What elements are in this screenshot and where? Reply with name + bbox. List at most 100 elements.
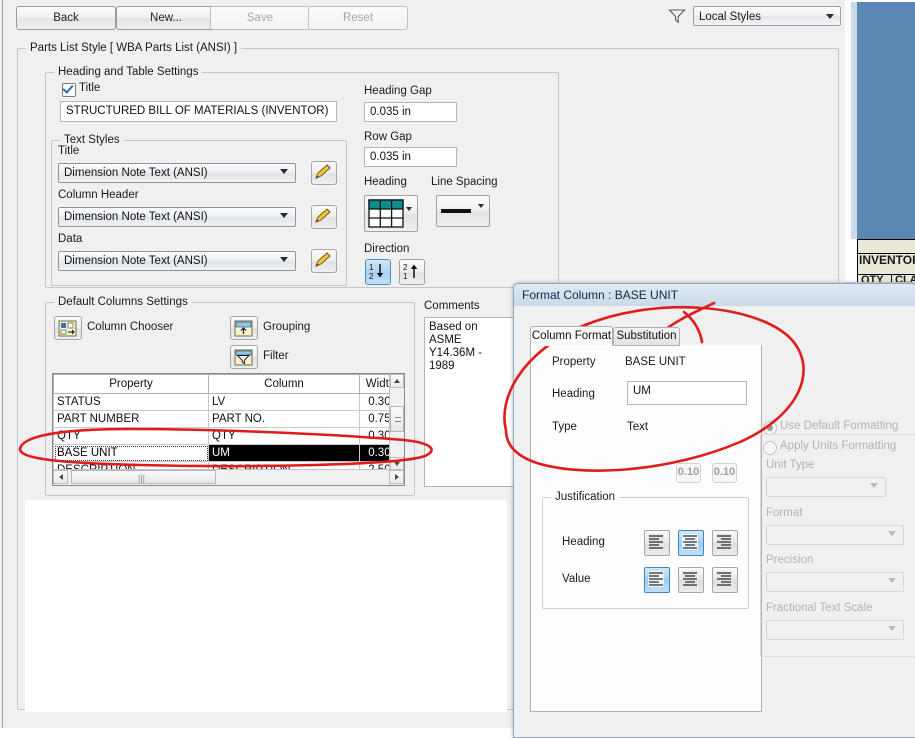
single-line-icon (441, 209, 471, 213)
direction-down-button[interactable]: 1 2 (365, 259, 391, 285)
align-left-icon (648, 534, 664, 550)
column-chooser-button[interactable] (54, 316, 82, 340)
title-style-value: Dimension Note Text (ANSI) (64, 167, 208, 179)
svg-text:2: 2 (403, 263, 408, 272)
grid-vertical-scrollbar[interactable] (389, 374, 404, 471)
caret-down-icon (394, 462, 400, 466)
apply-units-formatting-radio[interactable] (763, 441, 777, 455)
sort-2-1-up-icon: 2 1 (403, 263, 418, 281)
cell-column[interactable]: QTY (208, 427, 360, 445)
scroll-right-button[interactable] (389, 470, 404, 484)
value-align-center-button[interactable] (678, 567, 704, 593)
table-row[interactable]: PART NUMBER PART NO. 0.750 (53, 410, 402, 428)
value-align-right-button[interactable] (712, 567, 738, 593)
default-columns-settings-legend: Default Columns Settings (54, 296, 192, 308)
column-chooser-icon (58, 320, 77, 337)
save-button[interactable]: Save (210, 6, 310, 30)
column-chooser-label: Column Chooser (87, 321, 174, 333)
title-style-edit-button[interactable] (311, 161, 337, 185)
heading-align-left-button[interactable] (644, 530, 670, 556)
justification-legend: Justification (551, 491, 620, 503)
heading-align-right-button[interactable] (712, 530, 738, 556)
cell-property[interactable]: QTY (53, 427, 209, 445)
col-header-property[interactable]: Property (53, 374, 209, 394)
cell-property[interactable]: BASE UNIT (53, 444, 209, 462)
format-combo[interactable] (766, 525, 904, 548)
type-value: Text (627, 421, 649, 433)
title-checkbox-label: Title (79, 82, 101, 94)
col-header-column[interactable]: Column (208, 374, 360, 394)
chevron-down-icon (888, 578, 896, 598)
title-checkbox[interactable] (62, 83, 76, 97)
chevron-down-icon (888, 531, 896, 551)
drawing-blue-edge (851, 2, 857, 239)
heading-gap-input[interactable]: 0.035 in (364, 102, 457, 122)
svg-text:2: 2 (369, 272, 374, 281)
heading-position-button[interactable] (364, 195, 418, 232)
chevron-down-icon (406, 207, 412, 223)
heading-align-center-button[interactable] (678, 530, 704, 556)
align-left-icon (648, 571, 664, 587)
title-style-combo[interactable]: Dimension Note Text (ANSI) (58, 163, 296, 186)
heading-input[interactable]: UM (627, 381, 747, 405)
grouping-button[interactable] (230, 316, 258, 340)
grip-dots: ||| (138, 473, 146, 483)
value-align-left-button[interactable] (644, 567, 670, 593)
pencil-edit-icon (315, 208, 331, 223)
tab-substitution[interactable]: Substitution (613, 327, 680, 346)
cell-column[interactable]: UM (208, 444, 360, 462)
spin-value-2[interactable]: 0.10 (712, 463, 737, 483)
data-style-edit-button[interactable] (311, 249, 337, 273)
grid-hscroll-thumb[interactable]: ||| (71, 470, 216, 484)
column-header-style-edit-button[interactable] (311, 205, 337, 229)
align-right-icon (716, 571, 732, 587)
grid-scroll-thumb[interactable] (390, 406, 404, 432)
style-filter-combo[interactable]: Local Styles (693, 6, 841, 31)
preview-white-area (25, 500, 507, 712)
caret-up-icon (394, 379, 400, 383)
scroll-left-button[interactable] (53, 470, 68, 484)
filter-button[interactable] (230, 345, 258, 369)
columns-table-body: STATUS LV 0.300 PART NUMBER PART NO. 0.750 QTY… (53, 393, 402, 479)
unit-type-combo[interactable] (766, 477, 886, 500)
reset-button[interactable]: Reset (308, 6, 408, 30)
direction-up-button[interactable]: 2 1 (399, 259, 425, 285)
scroll-up-button[interactable] (390, 374, 404, 388)
column-header-style-combo[interactable]: Dimension Note Text (ANSI) (58, 207, 296, 230)
use-default-formatting-label: Use Default Formatting (780, 420, 899, 432)
chevron-down-icon (888, 626, 896, 646)
new-button[interactable]: New... (116, 6, 216, 30)
precision-combo[interactable] (766, 572, 904, 595)
property-value: BASE UNIT (625, 356, 686, 368)
comments-textarea[interactable]: Based on ASME Y14.36M - 1989 (424, 317, 514, 487)
format-label: Format (766, 507, 803, 519)
style-filter-value: Local Styles (699, 11, 762, 23)
cell-column[interactable]: LV (208, 393, 360, 411)
cell-property[interactable]: STATUS (53, 393, 209, 411)
spin-value-1[interactable]: 0.10 (676, 463, 701, 483)
svg-text:1: 1 (403, 272, 408, 281)
row-gap-input[interactable]: 0.035 in (364, 147, 457, 167)
table-row[interactable]: BASE UNIT UM 0.300 (53, 444, 402, 462)
data-style-combo[interactable]: Dimension Note Text (ANSI) (58, 251, 296, 274)
title-text-input[interactable]: STRUCTURED BILL OF MATERIALS (INVENTOR) (60, 101, 337, 122)
grouping-label: Grouping (263, 321, 311, 333)
column-header-style-value: Dimension Note Text (ANSI) (64, 211, 208, 223)
default-columns-grid[interactable]: Property Column Width STATUS LV 0.300 PART … (52, 373, 405, 486)
format-column-dialog-title: Format Column : BASE UNIT (514, 284, 915, 306)
grid-horizontal-scrollbar[interactable]: ||| (53, 469, 404, 485)
cell-property[interactable]: PART NUMBER (53, 410, 209, 428)
pencil-edit-icon (315, 252, 331, 267)
fractional-text-scale-combo[interactable] (766, 620, 904, 643)
grouping-icon (234, 320, 253, 337)
back-button[interactable]: Back (16, 6, 116, 30)
line-spacing-button[interactable] (436, 195, 490, 227)
table-row[interactable]: STATUS LV 0.300 (53, 393, 402, 411)
cell-column[interactable]: PART NO. (208, 410, 360, 428)
tab-column-format[interactable]: Column Format (530, 326, 613, 346)
row-gap-label: Row Gap (364, 131, 412, 143)
use-default-formatting-radio[interactable] (763, 421, 777, 435)
justification-value-label: Value (562, 573, 591, 585)
data-style-label: Data (58, 233, 83, 245)
table-row[interactable]: QTY QTY 0.300 (53, 427, 402, 445)
